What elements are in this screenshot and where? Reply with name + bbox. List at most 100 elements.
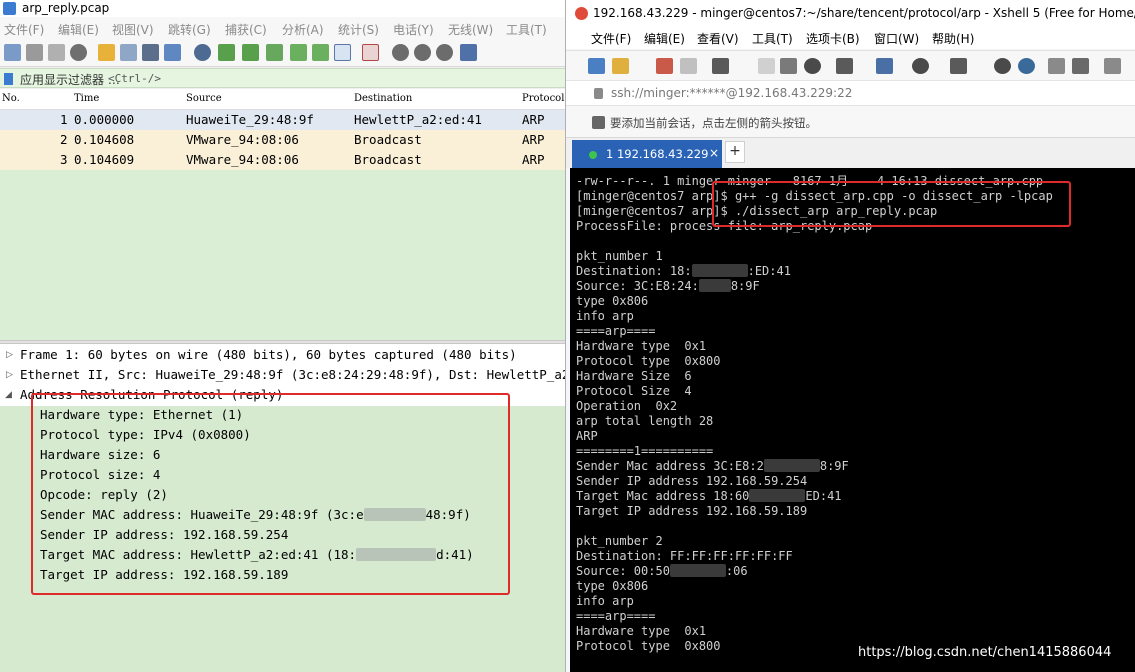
xs-menu-window[interactable]: 窗口(W) xyxy=(874,30,919,47)
detail-sender-ip[interactable]: Sender IP address: 192.168.59.254 xyxy=(40,527,288,542)
column-no[interactable]: No. xyxy=(2,93,20,104)
last-packet-icon[interactable] xyxy=(312,44,329,61)
new-session-icon[interactable] xyxy=(588,58,605,74)
menu-analyze[interactable]: 分析(A) xyxy=(282,21,324,38)
xs-menu-edit[interactable]: 编辑(E) xyxy=(644,30,685,47)
reload-file-icon[interactable] xyxy=(164,44,181,61)
detail-sender-mac[interactable]: Sender MAC address: HuaweiTe_29:48:9f (3… xyxy=(40,507,471,522)
term-line: pkt_number 2 xyxy=(576,534,663,548)
open-session-icon[interactable] xyxy=(612,58,629,74)
transfer-icon[interactable] xyxy=(876,58,893,74)
xshell-window: 192.168.43.229 - minger@centos7:~/share/… xyxy=(566,0,1135,672)
copy-icon[interactable] xyxy=(758,58,775,74)
close-file-icon[interactable] xyxy=(142,44,159,61)
session-tab[interactable]: 1 192.168.43.229 × xyxy=(572,140,722,168)
properties-icon[interactable] xyxy=(712,58,729,74)
find-packet-icon[interactable] xyxy=(194,44,211,61)
detail-arp-header[interactable]: Address Resolution Protocol (reply) xyxy=(20,387,283,402)
term-line: ====arp==== xyxy=(576,609,656,623)
display-filter-bar[interactable]: 应用显示过滤器 … <Ctrl-/> xyxy=(0,68,565,88)
save-file-icon[interactable] xyxy=(120,44,137,61)
find-icon[interactable] xyxy=(804,58,821,74)
expand-ethernet-icon[interactable]: ▷ xyxy=(6,370,13,380)
print-icon[interactable] xyxy=(836,58,853,74)
menu-telephony[interactable]: 电话(Y) xyxy=(393,21,434,38)
go-back-icon[interactable] xyxy=(218,44,235,61)
resize-columns-icon[interactable] xyxy=(460,44,477,61)
restart-capture-icon[interactable] xyxy=(48,44,65,61)
column-protocol[interactable]: Protocol xyxy=(522,93,564,104)
first-packet-icon[interactable] xyxy=(290,44,307,61)
xftp-icon[interactable] xyxy=(1018,58,1035,74)
add-tab-button[interactable]: + xyxy=(725,141,745,163)
term-line: Target Mac address 18:60 ED:41 xyxy=(576,489,842,503)
font-icon[interactable] xyxy=(950,58,967,74)
column-destination[interactable]: Destination xyxy=(354,93,412,104)
capture-options-icon[interactable] xyxy=(70,44,87,61)
stop-capture-icon[interactable] xyxy=(26,44,43,61)
expand-frame-icon[interactable]: ▷ xyxy=(6,350,13,360)
menu-edit[interactable]: 编辑(E) xyxy=(58,21,99,38)
disconnect-icon[interactable] xyxy=(680,58,697,74)
open-file-icon[interactable] xyxy=(98,44,115,61)
zoom-out-icon[interactable] xyxy=(414,44,431,61)
fullscreen-icon[interactable] xyxy=(1048,58,1065,74)
detail-hw-size[interactable]: Hardware size: 6 xyxy=(40,447,160,462)
detail-ethernet[interactable]: Ethernet II, Src: HuaweiTe_29:48:9f (3c:… xyxy=(20,367,565,382)
globe-icon[interactable] xyxy=(912,58,929,74)
zoom-in-icon[interactable] xyxy=(392,44,409,61)
term-line: info arp xyxy=(576,594,634,608)
menu-capture[interactable]: 捕获(C) xyxy=(225,21,267,38)
term-line: Operation 0x2 xyxy=(576,399,678,413)
xshell-title-bar: 192.168.43.229 - minger@centos7:~/share/… xyxy=(566,0,1135,27)
xs-menu-view[interactable]: 查看(V) xyxy=(697,30,739,47)
close-tab-icon[interactable]: × xyxy=(709,146,719,160)
zoom-normal-icon[interactable] xyxy=(436,44,453,61)
menu-tools[interactable]: 工具(T) xyxy=(506,21,547,38)
menu-statistics[interactable]: 统计(S) xyxy=(338,21,379,38)
menu-go[interactable]: 跳转(G) xyxy=(168,21,211,38)
add-session-arrow-icon[interactable] xyxy=(592,116,605,129)
xs-menu-help[interactable]: 帮助(H) xyxy=(932,30,974,47)
packet-row[interactable]: 2 0.104608 VMware_94:08:06 Broadcast ARP xyxy=(0,130,565,150)
display-filter-placeholder: 应用显示过滤器 … xyxy=(20,73,120,87)
packet-row[interactable]: 3 0.104609 VMware_94:08:06 Broadcast ARP xyxy=(0,150,565,170)
autoscroll-icon[interactable] xyxy=(334,44,351,61)
detail-proto-type[interactable]: Protocol type: IPv4 (0x0800) xyxy=(40,427,251,442)
lock-icon[interactable] xyxy=(1072,58,1089,74)
terminal[interactable]: -rw-r--r--. 1 minger minger 8167 1月 4 16… xyxy=(570,168,1135,672)
column-time[interactable]: Time xyxy=(74,93,99,104)
xs-menu-tools[interactable]: 工具(T) xyxy=(752,30,793,47)
detail-hw-type[interactable]: Hardware type: Ethernet (1) xyxy=(40,407,243,422)
packet-list-header: No. Time Source Destination Protocol xyxy=(0,89,565,110)
detail-opcode[interactable]: Opcode: reply (2) xyxy=(40,487,168,502)
menu-wireless[interactable]: 无线(W) xyxy=(448,21,493,38)
start-capture-icon[interactable] xyxy=(4,44,21,61)
detail-target-mac[interactable]: Target MAC address: HewlettP_a2:ed:41 (1… xyxy=(40,547,474,562)
connected-status-icon xyxy=(589,151,597,159)
paste-icon[interactable] xyxy=(780,58,797,74)
redacted-blur xyxy=(763,459,820,472)
detail-proto-size[interactable]: Protocol size: 4 xyxy=(40,467,160,482)
detail-frame[interactable]: Frame 1: 60 bytes on wire (480 bits), 60… xyxy=(20,347,517,362)
colorize-icon[interactable] xyxy=(362,44,379,61)
xs-menu-file[interactable]: 文件(F) xyxy=(591,30,631,47)
script-icon[interactable] xyxy=(994,58,1011,74)
go-forward-icon[interactable] xyxy=(242,44,259,61)
display-filter-shortcut: <Ctrl-/> xyxy=(108,72,161,85)
menu-view[interactable]: 视图(V) xyxy=(112,21,154,38)
term-line: Sender Mac address 3C:E8:2 8:9F xyxy=(576,459,849,473)
term-line: Sender IP address 192.168.59.254 xyxy=(576,474,808,488)
collapse-arp-icon[interactable]: ◢ xyxy=(5,390,12,400)
keyboard-icon[interactable] xyxy=(1104,58,1121,74)
column-source[interactable]: Source xyxy=(186,93,222,104)
detail-target-ip[interactable]: Target IP address: 192.168.59.189 xyxy=(40,567,288,582)
menu-file[interactable]: 文件(F) xyxy=(4,21,44,38)
go-to-packet-icon[interactable] xyxy=(266,44,283,61)
term-line: -rw-r--r--. 1 minger minger 8167 1月 4 16… xyxy=(576,174,1044,188)
packet-row[interactable]: 1 0.000000 HuaweiTe_29:48:9f HewlettP_a2… xyxy=(0,110,565,130)
bookmark-icon[interactable] xyxy=(4,73,13,85)
xs-menu-tabs[interactable]: 选项卡(B) xyxy=(806,30,860,47)
reconnect-icon[interactable] xyxy=(656,58,673,74)
address-bar[interactable]: ssh://minger:******@192.168.43.229:22 xyxy=(566,80,1135,106)
